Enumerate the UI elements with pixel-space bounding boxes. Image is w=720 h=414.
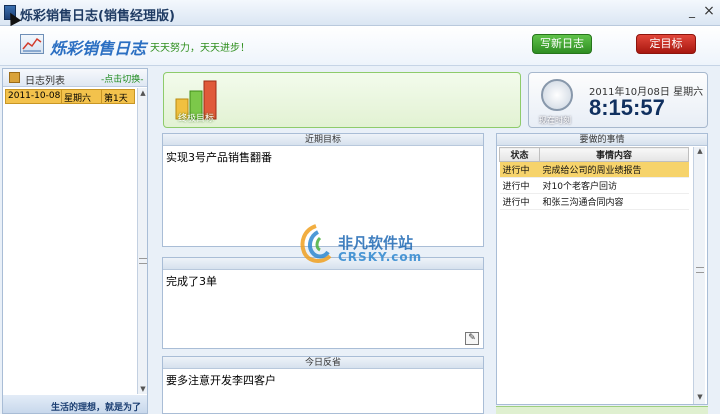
- table-row[interactable]: 进行中 和张三沟通合同内容: [499, 193, 689, 210]
- watermark-en-text: CRSKY.com: [338, 250, 423, 264]
- log-weekday: 星期六: [64, 94, 92, 104]
- reflection-text: 要多注意开发李四客户: [166, 374, 276, 387]
- window-title: 烁彩销售日志(销售经理版): [20, 9, 175, 24]
- brand-bar: 烁彩销售日志 天天努力，天天进步！: [0, 26, 720, 66]
- scroll-thumb[interactable]: [696, 267, 704, 273]
- switch-view-link[interactable]: -点击切换-: [101, 72, 144, 85]
- column-divider: [61, 90, 62, 103]
- completed-text: 完成了3单: [166, 275, 217, 288]
- table-row[interactable]: 进行中 对10个老客户回访: [499, 177, 689, 194]
- write-log-button[interactable]: 写新日志: [532, 34, 592, 54]
- todo-title: 要做的事情: [579, 135, 625, 145]
- final-goal-label: 终极目标: [178, 114, 215, 124]
- watermark: 非凡软件站 CRSKY.com: [296, 222, 424, 266]
- current-time-label: 现在时刻: [539, 116, 571, 125]
- log-list-scrollbar[interactable]: ▲ ▼: [137, 88, 147, 394]
- todo-content: 完成给公司的周业绩报告: [539, 161, 689, 178]
- scroll-down-icon[interactable]: ▼: [138, 384, 148, 394]
- todo-table: 状态 事情内容 进行中 完成给公司的周业绩报告 进行中 对10个老客户回访 进行…: [499, 147, 689, 210]
- todo-status: 进行中: [499, 193, 540, 210]
- todo-content: 对10个老客户回访: [539, 177, 689, 194]
- set-goal-button[interactable]: 定目标: [636, 34, 696, 54]
- clock-icon: [541, 79, 573, 111]
- log-list-header: 日志列表 -点击切换-: [3, 69, 147, 87]
- scroll-up-icon[interactable]: ▲: [694, 147, 706, 157]
- table-row[interactable]: 进行中 完成给公司的周业绩报告: [499, 161, 689, 178]
- sidebar-footer: 生活的理想，就是为了: [3, 395, 147, 413]
- crsky-logo-icon: [300, 224, 332, 263]
- chart-logo-icon: [20, 34, 44, 54]
- column-header-content[interactable]: 事情内容: [539, 147, 689, 162]
- column-header-status[interactable]: 状态: [499, 147, 540, 162]
- log-list-item[interactable]: 2011-10-08 星期六 第1天: [5, 89, 135, 104]
- log-day-count: 第1天: [104, 94, 128, 104]
- completed-box[interactable]: 完成了3单 ✎: [162, 257, 484, 349]
- scroll-thumb[interactable]: [139, 258, 147, 264]
- scroll-down-icon[interactable]: ▼: [694, 393, 706, 403]
- clock-panel: 现在时刻 2011年10月08日 星期六 8:15:57: [528, 72, 708, 128]
- status-strip: [496, 406, 708, 414]
- app-logo-text: 烁彩销售日志: [50, 39, 147, 58]
- current-time: 8:15:57: [589, 95, 665, 120]
- recent-goals-text: 实现3号产品销售翻番: [166, 151, 272, 164]
- minimize-button[interactable]: _: [684, 3, 700, 19]
- todo-status: 进行中: [499, 161, 540, 178]
- todo-table-header-row: 状态 事情内容: [499, 147, 689, 162]
- log-list-panel: 日志列表 -点击切换- 2011-10-08 星期六 第1天 ▲ ▼ 生活的理想…: [2, 68, 148, 414]
- column-divider: [101, 90, 102, 103]
- slogan: 天天努力，天天进步！: [150, 43, 250, 54]
- title-bar: 烁彩销售日志(销售经理版) _ ×: [0, 0, 720, 26]
- edit-icon[interactable]: ✎: [465, 332, 479, 345]
- recent-goals-title: 近期目标: [304, 135, 341, 145]
- todo-header: 要做的事情: [497, 134, 707, 146]
- reflection-title: 今日反省: [304, 358, 341, 368]
- todo-box: 要做的事情 状态 事情内容 进行中 完成给公司的周业绩报告 进行中 对10个老客…: [496, 133, 708, 405]
- motto-text: 生活的理想，就是为了: [51, 403, 142, 413]
- reflection-box[interactable]: 今日反省 要多注意开发李四客户: [162, 356, 484, 414]
- todo-scrollbar[interactable]: ▲ ▼: [693, 147, 705, 404]
- recent-goals-header: 近期目标: [163, 134, 483, 146]
- close-button[interactable]: ×: [701, 3, 717, 19]
- book-icon: [9, 72, 20, 83]
- todo-status: 进行中: [499, 177, 540, 194]
- final-goal-panel[interactable]: 终极目标: [163, 72, 521, 128]
- todo-content: 和张三沟通合同内容: [539, 193, 689, 210]
- log-list-title: 日志列表: [25, 76, 65, 87]
- scroll-up-icon[interactable]: ▲: [138, 88, 148, 98]
- log-date: 2011-10-08: [8, 91, 61, 101]
- reflection-header: 今日反省: [163, 357, 483, 369]
